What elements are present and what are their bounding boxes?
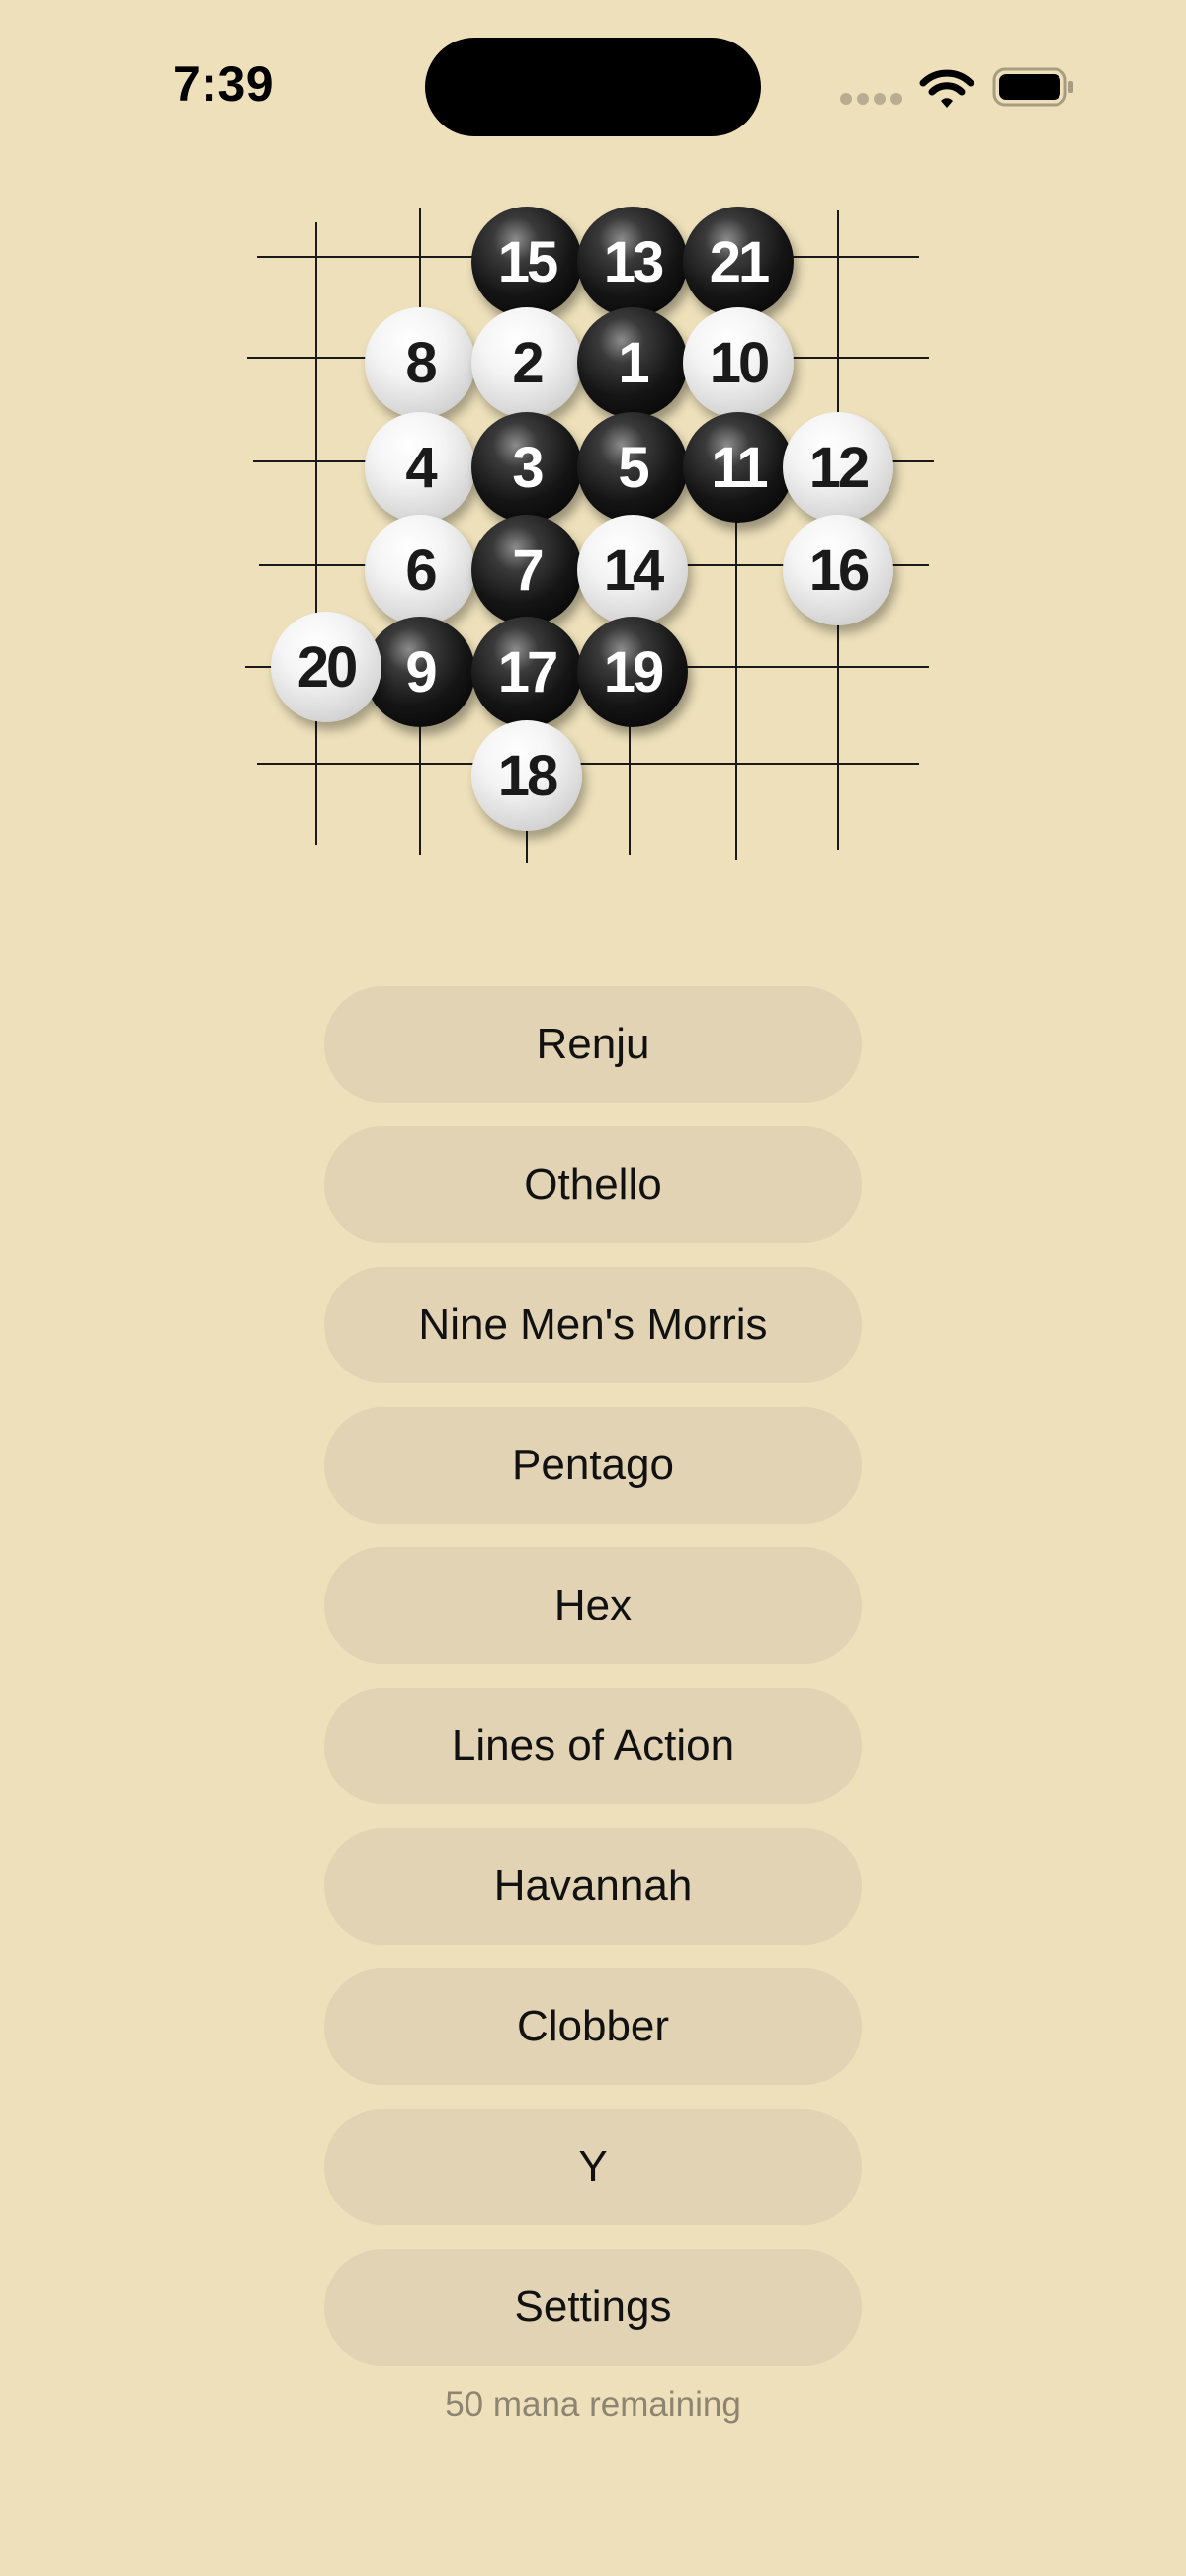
pentago-button[interactable]: Pentago — [324, 1407, 862, 1524]
black-stone-9: 9 — [365, 617, 475, 727]
battery-icon — [992, 67, 1073, 107]
white-stone-12: 12 — [783, 412, 893, 523]
white-stone-14: 14 — [577, 515, 688, 625]
black-stone-13: 13 — [577, 207, 688, 317]
black-stone-15: 15 — [471, 207, 582, 317]
black-stone-7: 7 — [471, 515, 582, 625]
game-menu: Renju Othello Nine Men's Morris Pentago Hex L… — [324, 986, 862, 2389]
wifi-icon — [919, 69, 974, 108]
game-board-preview: 15 13 21 8 2 1 10 4 3 5 11 12 6 7 14 16 9 20 17 19 18 — [237, 203, 949, 874]
black-stone-21: 21 — [683, 207, 794, 317]
othello-button[interactable]: Othello — [324, 1126, 862, 1243]
white-stone-20: 20 — [271, 612, 381, 722]
clobber-button[interactable]: Clobber — [324, 1968, 862, 2085]
white-stone-8: 8 — [365, 307, 475, 418]
black-stone-17: 17 — [471, 617, 582, 727]
black-stone-5: 5 — [577, 412, 688, 523]
black-stone-19: 19 — [577, 617, 688, 727]
lines-of-action-button[interactable]: Lines of Action — [324, 1688, 862, 1804]
y-button[interactable]: Y — [324, 2109, 862, 2225]
black-stone-1: 1 — [577, 307, 688, 418]
white-stone-6: 6 — [365, 515, 475, 625]
mana-remaining-label: 50 mana remaining — [445, 2385, 741, 2424]
cellular-signal-icon — [840, 93, 902, 105]
white-stone-2: 2 — [471, 307, 582, 418]
renju-button[interactable]: Renju — [324, 986, 862, 1103]
dynamic-island — [425, 38, 761, 136]
white-stone-4: 4 — [365, 412, 475, 523]
status-bar: 7:39 — [0, 0, 1186, 178]
havannah-button[interactable]: Havannah — [324, 1828, 862, 1945]
black-stone-3: 3 — [471, 412, 582, 523]
settings-button[interactable]: Settings — [324, 2249, 862, 2366]
black-stone-11: 11 — [683, 412, 794, 523]
hex-button[interactable]: Hex — [324, 1547, 862, 1664]
nine-mens-morris-button[interactable]: Nine Men's Morris — [324, 1267, 862, 1383]
white-stone-18: 18 — [471, 720, 582, 831]
status-time: 7:39 — [173, 56, 275, 112]
white-stone-10: 10 — [683, 307, 794, 418]
white-stone-16: 16 — [783, 515, 893, 625]
